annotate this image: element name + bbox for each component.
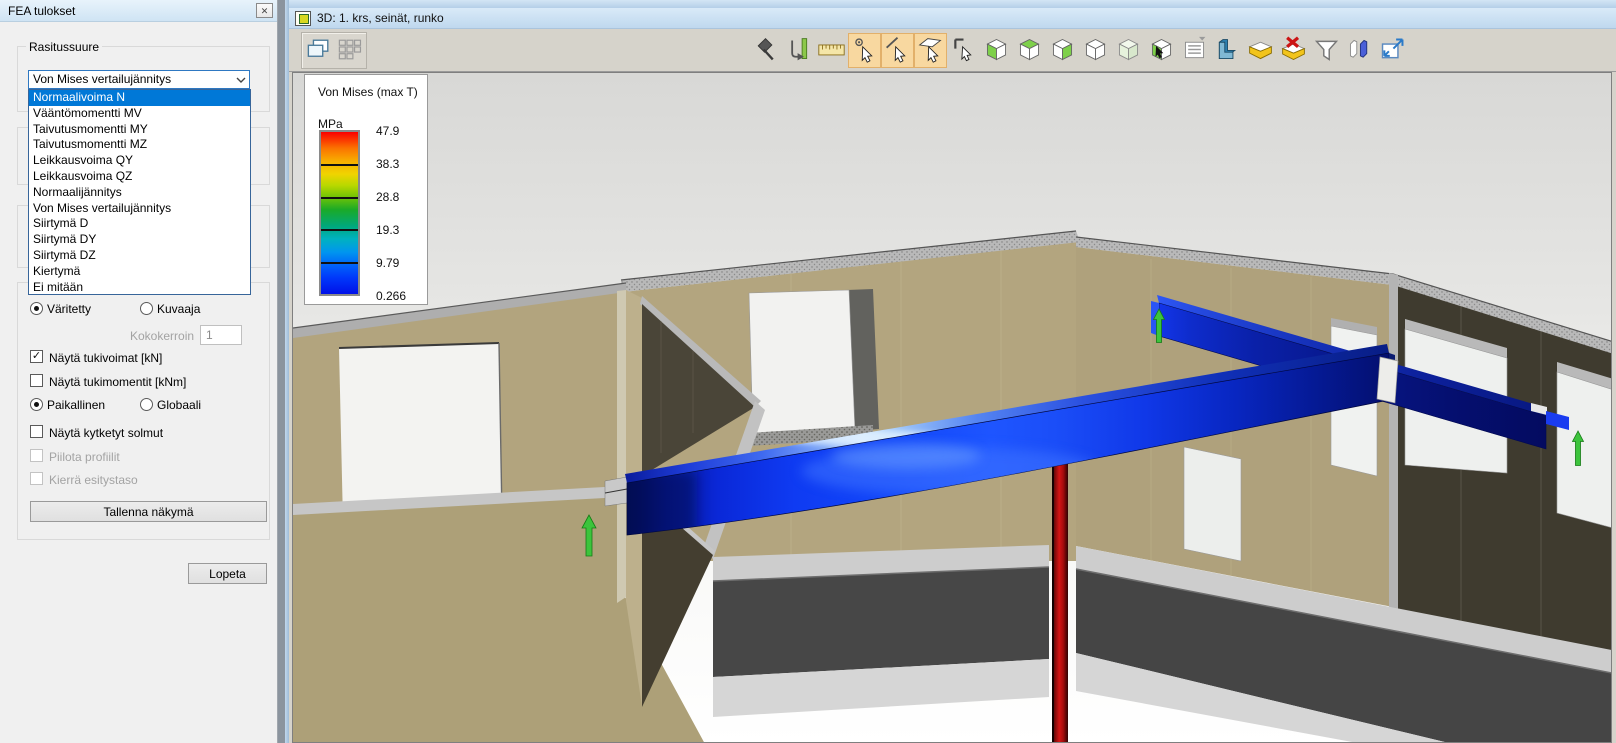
report-list-icon[interactable] — [1178, 33, 1211, 68]
dropdown-item[interactable]: Siirtymä DZ — [29, 248, 250, 264]
radio-graph[interactable] — [140, 302, 153, 315]
3d-scene[interactable] — [293, 73, 1612, 743]
box-open-icon[interactable] — [1244, 33, 1277, 68]
radio-global[interactable] — [140, 398, 153, 411]
expand-view-icon[interactable] — [1376, 33, 1409, 68]
dropdown-item[interactable]: Von Mises vertailujännitys — [29, 201, 250, 217]
legend-tick-value: 0.266 — [376, 289, 406, 303]
radio-global-label: Globaali — [157, 398, 201, 412]
dialog-title: FEA tulokset — [8, 4, 75, 18]
view-cube-wireframe-icon[interactable] — [1079, 33, 1112, 68]
legend-tick-value: 28.8 — [376, 190, 399, 204]
beam-connector-plate — [1377, 357, 1398, 403]
dropdown-item[interactable]: Normaalijännitys — [29, 185, 250, 201]
box-delete-icon[interactable] — [1277, 33, 1310, 68]
radio-local-label: Paikallinen — [47, 398, 105, 412]
chevron-down-icon — [235, 74, 247, 86]
dropdown-item[interactable]: Leikkausvoima QZ — [29, 169, 250, 185]
cascade-windows-icon[interactable] — [304, 35, 333, 66]
dropdown-list[interactable]: Normaalivoima NVääntömomentti MVTaivutus… — [28, 89, 251, 295]
view-cube-front-icon[interactable] — [980, 33, 1013, 68]
dropdown-item[interactable]: Ei mitään — [29, 280, 250, 295]
viewport-title: 3D: 1. krs, seinät, runko — [317, 11, 444, 25]
legend-tick-value: 38.3 — [376, 157, 399, 171]
window-buttons-panel — [301, 32, 367, 69]
checkbox-rotate-plane — [30, 472, 43, 485]
filter-icon[interactable] — [1310, 33, 1343, 68]
legend-unit: MPa — [318, 117, 343, 131]
checkbox-hide-profiles-label: Piilota profiilit — [49, 450, 120, 464]
scale-factor-label: Kokokerroin — [130, 329, 194, 343]
dropdown-item[interactable]: Siirtymä D — [29, 216, 250, 232]
radio-colored-label: Väritetty — [47, 302, 91, 316]
checkbox-connected-nodes[interactable] — [30, 425, 43, 438]
scale-factor-field[interactable]: 1 — [200, 325, 242, 345]
viewport-titlebar[interactable]: 3D: 1. krs, seinät, runko — [289, 8, 1616, 29]
checkbox-support-moments[interactable] — [30, 374, 43, 387]
column-red[interactable] — [1052, 453, 1068, 743]
dropdown-item[interactable]: Siirtymä DY — [29, 232, 250, 248]
quit-button[interactable]: Lopeta — [188, 563, 267, 584]
dropdown-item[interactable]: Taivutusmomentti MZ — [29, 137, 250, 153]
legend-title: Von Mises (max T) — [318, 85, 418, 99]
dropdown-item[interactable]: Normaalivoima N — [29, 90, 250, 106]
legend-tick-value: 19.3 — [376, 223, 399, 237]
radio-colored[interactable] — [30, 302, 43, 315]
radio-graph-label: Kuvaaja — [157, 302, 200, 316]
window-frame-left — [285, 0, 289, 743]
view-cube-solid-icon[interactable] — [1112, 33, 1145, 68]
slabs-icon[interactable] — [1343, 33, 1376, 68]
checkbox-support-forces[interactable]: ✓ — [30, 350, 43, 363]
legend-tick-value: 47.9 — [376, 124, 399, 138]
view-cube-top-icon[interactable] — [1013, 33, 1046, 68]
dropdown-item[interactable]: Taivutusmomentti MY — [29, 122, 250, 138]
dropdown-item[interactable]: Kiertymä — [29, 264, 250, 280]
profile-icon[interactable] — [1211, 33, 1244, 68]
pin-icon[interactable] — [749, 33, 782, 68]
save-view-button[interactable]: Tallenna näkymä — [30, 501, 267, 522]
snap-point-icon[interactable] — [848, 33, 881, 68]
pick-area-icon[interactable] — [947, 33, 980, 68]
checkbox-support-forces-label: Näytä tukivoimat [kN] — [49, 351, 162, 365]
fea-results-dialog: FEA tulokset ✕ Rasitussuure Von Mises ve… — [0, 0, 278, 743]
window-frame-top — [285, 0, 1616, 8]
main-toolbar — [749, 33, 1409, 68]
stress-legend: Von Mises (max T) MPa 47.9 38.3 28.8 19.3 9.… — [304, 74, 428, 305]
checkbox-hide-profiles — [30, 449, 43, 462]
tile-windows-icon[interactable] — [335, 35, 364, 66]
legend-tick-value: 9.79 — [376, 256, 399, 270]
radio-local[interactable] — [30, 398, 43, 411]
checkbox-rotate-plane-label: Kierrä esitystaso — [49, 473, 138, 487]
checkbox-connected-nodes-label: Näytä kytketyt solmut — [49, 426, 163, 440]
combobox-value: Von Mises vertailujännitys — [33, 72, 171, 86]
groupbox-label: Rasitussuure — [26, 40, 102, 54]
snap-plane-icon[interactable] — [914, 33, 947, 68]
viewport-toolbar — [289, 29, 1616, 72]
check-icon: ✓ — [32, 350, 41, 362]
stress-quantity-combobox[interactable]: Von Mises vertailujännitys — [28, 70, 250, 89]
dropdown-item[interactable]: Vääntömomentti MV — [29, 106, 250, 122]
dialog-titlebar[interactable]: FEA tulokset ✕ — [0, 0, 277, 22]
snap-line-icon[interactable] — [881, 33, 914, 68]
close-icon[interactable]: ✕ — [256, 3, 273, 18]
viewport-3d[interactable]: Von Mises (max T) MPa 47.9 38.3 28.8 19.3 9.… — [292, 72, 1612, 743]
dropdown-item[interactable]: Leikkausvoima QY — [29, 153, 250, 169]
checkbox-support-moments-label: Näytä tukimomentit [kNm] — [49, 375, 186, 389]
measure-height-icon[interactable] — [782, 33, 815, 68]
select-solid-icon[interactable] — [1145, 33, 1178, 68]
window-app-icon — [295, 11, 311, 26]
app-root: FEA tulokset ✕ Rasitussuure Von Mises ve… — [0, 0, 1616, 743]
ruler-icon[interactable] — [815, 33, 848, 68]
view-cube-side-icon[interactable] — [1046, 33, 1079, 68]
legend-color-bar — [319, 130, 360, 296]
